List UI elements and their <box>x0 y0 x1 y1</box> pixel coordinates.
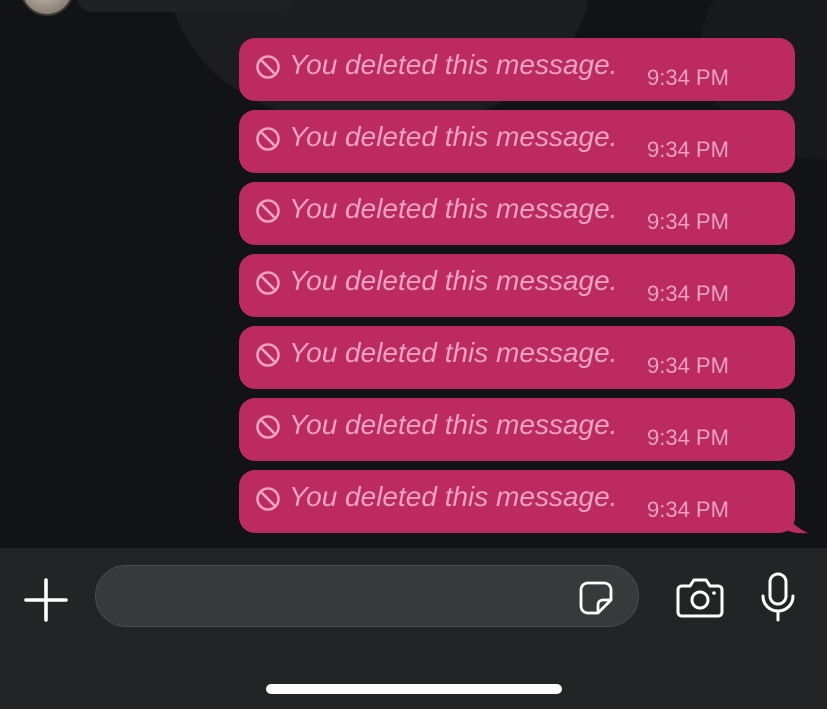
message-timestamp: 9:34 PM <box>647 281 729 306</box>
outgoing-message-bubble[interactable]: You deleted this message. 9:34 PM <box>239 398 795 461</box>
message-timestamp: 9:34 PM <box>647 209 729 234</box>
message-input[interactable] <box>118 578 562 616</box>
camera-icon[interactable] <box>676 576 724 618</box>
composer-bar <box>0 548 827 709</box>
microphone-icon[interactable] <box>760 572 796 622</box>
plus-icon[interactable] <box>22 576 70 624</box>
ban-icon <box>256 271 280 295</box>
outgoing-message-bubble[interactable]: You deleted this message. 9:34 PM <box>239 38 795 101</box>
ban-icon <box>256 415 280 439</box>
deleted-message-text: You deleted this message. <box>289 49 618 80</box>
sticker-icon[interactable] <box>578 580 614 616</box>
deleted-message-text: You deleted this message. <box>289 409 618 440</box>
message-timestamp: 9:34 PM <box>647 497 729 522</box>
outgoing-message-bubble[interactable]: You deleted this message. 9:34 PM <box>239 110 795 173</box>
chat-screen: You deleted this message. 9:34 PM You de… <box>0 0 827 709</box>
message-timestamp: 9:34 PM <box>647 65 729 90</box>
deleted-message-text: You deleted this message. <box>289 265 618 296</box>
message-list: You deleted this message. 9:34 PM You de… <box>0 0 827 548</box>
ban-icon <box>256 55 280 79</box>
deleted-message-text: You deleted this message. <box>289 337 618 368</box>
ban-icon <box>256 487 280 511</box>
outgoing-message-bubble[interactable]: You deleted this message. 9:34 PM <box>239 254 795 317</box>
message-timestamp: 9:34 PM <box>647 137 729 162</box>
message-timestamp: 9:34 PM <box>647 425 729 450</box>
outgoing-message-bubble[interactable]: You deleted this message. 9:34 PM <box>239 470 795 533</box>
outgoing-message-bubble[interactable]: You deleted this message. 9:34 PM <box>239 326 795 389</box>
outgoing-bubble-tail <box>780 500 808 534</box>
deleted-message-text: You deleted this message. <box>289 193 618 224</box>
ban-icon <box>256 343 280 367</box>
home-indicator[interactable] <box>266 684 562 694</box>
ban-icon <box>256 199 280 223</box>
message-input-field[interactable] <box>95 565 639 627</box>
deleted-message-text: You deleted this message. <box>289 481 618 512</box>
outgoing-message-bubble[interactable]: You deleted this message. 9:34 PM <box>239 182 795 245</box>
ban-icon <box>256 127 280 151</box>
deleted-message-text: You deleted this message. <box>289 121 618 152</box>
message-timestamp: 9:34 PM <box>647 353 729 378</box>
